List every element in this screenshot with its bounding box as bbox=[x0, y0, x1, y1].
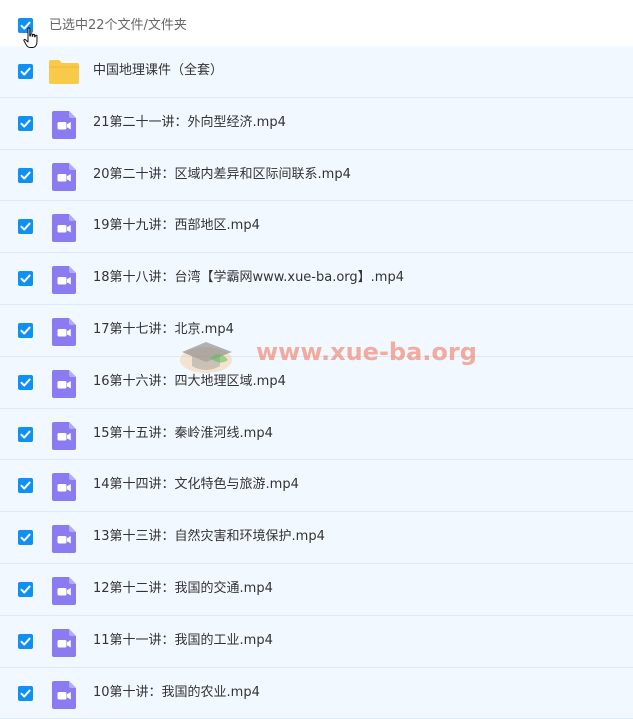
video-file-icon bbox=[52, 421, 76, 450]
file-row[interactable]: 18第十八讲：台湾【学霸网www.xue-ba.org】.mp4 bbox=[0, 253, 633, 305]
row-checkbox[interactable] bbox=[18, 581, 33, 597]
video-file-icon bbox=[52, 473, 76, 502]
row-checkbox[interactable] bbox=[18, 64, 33, 79]
checkmark-icon bbox=[20, 67, 31, 76]
file-name[interactable]: 21第二十一讲：外向型经济.mp4 bbox=[93, 114, 286, 132]
folder-icon bbox=[49, 60, 79, 84]
file-name[interactable]: 11第十一讲：我国的工业.mp4 bbox=[93, 632, 273, 650]
file-name[interactable]: 19第十九讲：西部地区.mp4 bbox=[93, 217, 260, 235]
checkmark-icon bbox=[20, 378, 31, 387]
row-checkbox[interactable] bbox=[18, 322, 33, 338]
file-name[interactable]: 16第十六讲：四大地理区域.mp4 bbox=[93, 373, 286, 391]
checkmark-icon bbox=[20, 171, 31, 180]
file-name[interactable]: 18第十八讲：台湾【学霸网www.xue-ba.org】.mp4 bbox=[93, 269, 404, 287]
video-file-icon bbox=[52, 162, 76, 191]
file-row[interactable]: 12第十二讲：我国的交通.mp4 bbox=[0, 563, 633, 616]
video-file-icon bbox=[52, 110, 76, 139]
video-file-icon bbox=[52, 317, 76, 346]
row-checkbox[interactable] bbox=[18, 530, 33, 546]
file-row[interactable]: 15第十五讲：秦岭淮河线.mp4 bbox=[0, 408, 633, 461]
file-row[interactable]: 19第十九讲：西部地区.mp4 bbox=[0, 201, 633, 254]
selection-count-label: 已选中22个文件/文件夹 bbox=[49, 18, 187, 33]
file-row[interactable]: 11第十一讲：我国的工业.mp4 bbox=[0, 615, 633, 668]
row-checkbox[interactable] bbox=[18, 685, 33, 701]
row-checkbox[interactable] bbox=[18, 633, 33, 649]
file-row[interactable]: 16第十六讲：四大地理区域.mp4 bbox=[0, 356, 633, 409]
file-row[interactable]: 10第十讲：我国的农业.mp4 bbox=[0, 667, 633, 719]
row-checkbox[interactable] bbox=[18, 271, 33, 287]
checkmark-icon bbox=[20, 637, 31, 646]
video-file-icon bbox=[52, 369, 76, 398]
row-checkbox[interactable] bbox=[18, 374, 33, 390]
checkmark-icon bbox=[20, 21, 31, 30]
file-row[interactable]: 21第二十一讲：外向型经济.mp4 bbox=[0, 97, 633, 150]
video-file-icon bbox=[52, 525, 76, 554]
video-file-icon bbox=[52, 628, 76, 657]
checkmark-icon bbox=[20, 430, 31, 439]
folder-row[interactable]: 中国地理课件（全套） bbox=[0, 46, 633, 98]
file-name[interactable]: 14第十四讲：文化特色与旅游.mp4 bbox=[93, 476, 299, 494]
folder-name[interactable]: 中国地理课件（全套） bbox=[93, 62, 223, 80]
file-list: 中国地理课件（全套） 21第二十一讲：外向型经济.mp4 20第二十讲：区域内差异和… bbox=[0, 46, 633, 719]
file-name[interactable]: 15第十五讲：秦岭淮河线.mp4 bbox=[93, 425, 273, 443]
row-checkbox[interactable] bbox=[18, 426, 33, 442]
file-row[interactable]: 13第十三讲：自然灾害和环境保护.mp4 bbox=[0, 512, 633, 564]
file-row[interactable]: 14第十四讲：文化特色与旅游.mp4 bbox=[0, 460, 633, 513]
file-name[interactable]: 20第二十讲：区域内差异和区际间联系.mp4 bbox=[93, 166, 351, 184]
file-name[interactable]: 12第十二讲：我国的交通.mp4 bbox=[93, 580, 273, 598]
checkmark-icon bbox=[20, 274, 31, 283]
file-row[interactable]: 20第二十讲：区域内差异和区际间联系.mp4 bbox=[0, 149, 633, 202]
checkmark-icon bbox=[20, 222, 31, 231]
checkmark-icon bbox=[20, 326, 31, 335]
select-all-checkbox[interactable] bbox=[18, 18, 33, 33]
row-checkbox[interactable] bbox=[18, 219, 33, 235]
video-file-icon bbox=[52, 576, 76, 605]
checkmark-icon bbox=[20, 585, 31, 594]
file-name[interactable]: 13第十三讲：自然灾害和环境保护.mp4 bbox=[93, 528, 325, 546]
checkmark-icon bbox=[20, 119, 31, 128]
checkmark-icon bbox=[20, 481, 31, 490]
video-file-icon bbox=[52, 680, 76, 709]
checkmark-icon bbox=[20, 689, 31, 698]
file-name[interactable]: 17第十七讲：北京.mp4 bbox=[93, 321, 234, 339]
file-name[interactable]: 10第十讲：我国的农业.mp4 bbox=[93, 684, 260, 702]
file-row[interactable]: 17第十七讲：北京.mp4 bbox=[0, 304, 633, 357]
row-checkbox[interactable] bbox=[18, 167, 33, 183]
row-checkbox[interactable] bbox=[18, 478, 33, 494]
video-file-icon bbox=[52, 214, 76, 243]
row-checkbox[interactable] bbox=[18, 115, 33, 131]
video-file-icon bbox=[52, 266, 76, 295]
selection-header: 已选中22个文件/文件夹 bbox=[0, 0, 633, 46]
checkmark-icon bbox=[20, 533, 31, 542]
